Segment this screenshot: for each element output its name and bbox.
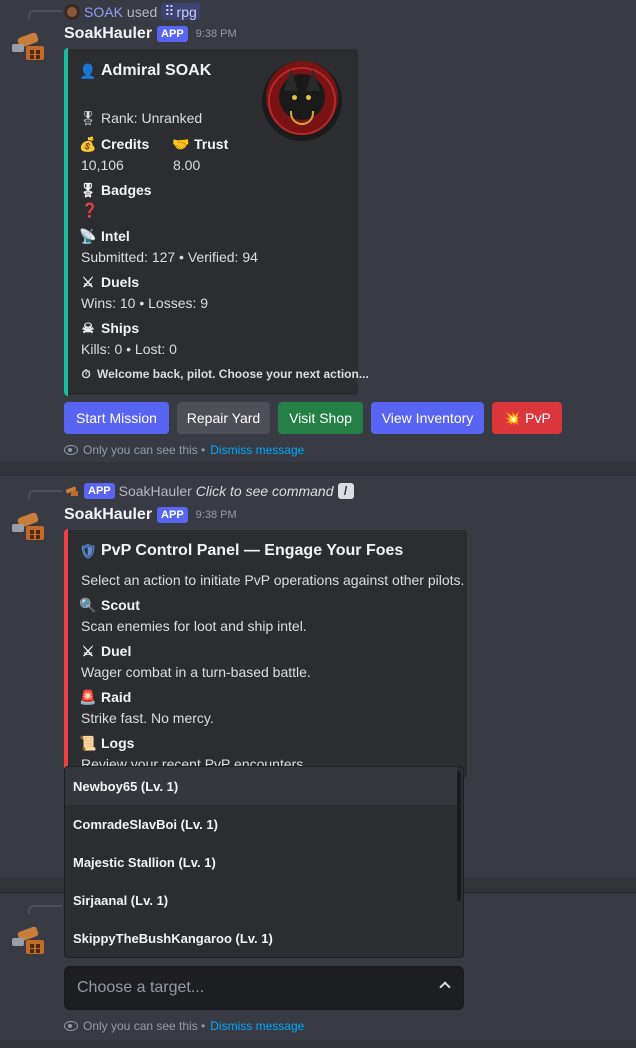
intel-label: 📡 Intel: [79, 228, 130, 244]
soakhauler-avatar[interactable]: [8, 28, 48, 68]
profile-embed: 👤 Admiral SOAK 🎖 Rank: Unranked 💰 Credit…: [64, 48, 369, 396]
soakhauler-avatar[interactable]: [8, 922, 48, 962]
siren-icon: 🚨: [79, 689, 97, 705]
chevron-up-icon: [439, 981, 451, 993]
select-option[interactable]: ComradeSlavBoi (Lv. 1): [65, 805, 457, 843]
credits-label: 💰 Credits: [79, 136, 150, 152]
duel-value: Wager combat in a turn-based battle.: [81, 664, 311, 680]
view-inventory-button[interactable]: View Inventory: [371, 402, 484, 434]
rank-field: 🎖 Rank: Unranked: [79, 110, 203, 126]
logs-label: 📜 Logs: [79, 735, 135, 751]
medal-icon: 🎖: [79, 110, 97, 126]
embed-accent-bar: [64, 529, 68, 779]
badges-label: 🎖 Badges: [79, 182, 152, 198]
embed-title: 🛡 PvP Control Panel — Engage Your Foes: [79, 542, 404, 559]
dismiss-message-link[interactable]: Dismiss message: [210, 443, 304, 457]
trust-value: 8.00: [173, 157, 201, 173]
timestamp[interactable]: 9:38 PM: [196, 509, 237, 521]
embed-title: 👤 Admiral SOAK: [79, 62, 212, 79]
reply-connector: [28, 10, 62, 19]
scroll-icon: 📜: [79, 735, 97, 751]
scout-value: Scan enemies for loot and ship intel.: [81, 618, 307, 634]
start-mission-button[interactable]: Start Mission: [64, 402, 169, 434]
reply-username[interactable]: SOAK: [84, 4, 123, 20]
timestamp[interactable]: 9:38 PM: [196, 28, 237, 40]
badges-value: ❓: [81, 202, 99, 218]
reply-used-text: used: [126, 3, 158, 20]
command-reference[interactable]: APP SoakHauler Click to see command /: [64, 483, 354, 499]
eye-icon: [64, 445, 78, 455]
soakhauler-avatar[interactable]: [8, 508, 48, 548]
intel-value: Submitted: 127 • Verified: 94: [81, 249, 258, 265]
select-option[interactable]: Majestic Stallion (Lv. 1): [65, 843, 457, 881]
reply-username[interactable]: SoakHauler: [119, 483, 192, 499]
select-option[interactable]: Sirjaanal (Lv. 1): [65, 881, 457, 919]
dismiss-message-link[interactable]: Dismiss message: [210, 1019, 304, 1033]
faction-emblem[interactable]: [262, 61, 342, 141]
soak-mini-avatar: [64, 3, 80, 20]
ephemeral-notice: Only you can see this • Dismiss message: [64, 443, 304, 457]
embed-description: Select an action to initiate PvP operati…: [81, 572, 465, 588]
satellite-icon: 📡: [79, 228, 97, 244]
pvp-control-embed: 🛡 PvP Control Panel — Engage Your Foes S…: [64, 529, 468, 779]
scout-label: 🔍 Scout: [79, 597, 140, 613]
repair-yard-button[interactable]: Repair Yard: [177, 402, 270, 434]
magnifier-icon: 🔍: [79, 597, 97, 613]
credits-value: 10,106: [81, 157, 124, 173]
click-to-see-command[interactable]: Click to see command: [196, 483, 334, 499]
duel-label: ⚔ Duel: [79, 643, 132, 659]
pvp-button[interactable]: 💥 PvP: [492, 402, 562, 434]
command-reference[interactable]: SOAK used ⠿ rpg: [64, 3, 200, 20]
embed-accent-bar: [64, 48, 68, 396]
ephemeral-notice: Only you can see this • Dismiss message: [64, 1019, 304, 1033]
author-name[interactable]: SoakHauler: [64, 25, 152, 43]
select-placeholder: Choose a target...: [77, 979, 205, 996]
ships-label: ☠ Ships: [79, 320, 139, 336]
embed-footer: ⏱ Welcome back, pilot. Choose your next …: [79, 367, 369, 381]
app-badge: APP: [84, 483, 115, 499]
handshake-icon: 🤝: [172, 136, 190, 152]
collision-icon: 💥: [503, 410, 521, 426]
message-header: SoakHauler APP 9:38 PM: [64, 506, 237, 524]
dropdown-scrollbar[interactable]: [457, 771, 461, 901]
soakhauler-mini-avatar: [64, 485, 80, 497]
slash-command-icon: ⠿: [164, 3, 175, 19]
app-badge: APP: [157, 26, 188, 42]
duels-label: ⚔ Duels: [79, 274, 139, 290]
slash-command-icon: /: [337, 483, 354, 499]
reply-connector: [28, 905, 62, 914]
medal-icon: 🎖: [79, 182, 97, 198]
crossed-swords-icon: ⚔: [81, 274, 95, 290]
crossed-swords-icon: ⚔: [81, 643, 95, 659]
app-badge: APP: [157, 507, 188, 523]
reply-connector: [28, 490, 62, 499]
command-chip[interactable]: ⠿ rpg: [161, 3, 200, 20]
target-select[interactable]: Choose a target...: [64, 966, 464, 1010]
select-option[interactable]: SkippyTheBushKangaroo (Lv. 1): [65, 919, 457, 957]
shield-icon: 🛡: [79, 543, 97, 559]
trust-label: 🤝 Trust: [172, 136, 229, 152]
select-option[interactable]: Newboy65 (Lv. 1): [65, 767, 457, 805]
money-bag-icon: 💰: [79, 136, 97, 152]
raid-value: Strike fast. No mercy.: [81, 710, 214, 726]
raid-label: 🚨 Raid: [79, 689, 132, 705]
message-header: SoakHauler APP 9:38 PM: [64, 25, 237, 43]
pilot-icon: 👤: [79, 63, 97, 79]
target-dropdown-menu: Newboy65 (Lv. 1) ComradeSlavBoi (Lv. 1) …: [64, 766, 464, 958]
author-name[interactable]: SoakHauler: [64, 506, 152, 524]
visit-shop-button[interactable]: Visit Shop: [278, 402, 363, 434]
ships-value: Kills: 0 • Lost: 0: [81, 341, 177, 357]
duels-value: Wins: 10 • Losses: 9: [81, 295, 209, 311]
eye-icon: [64, 1021, 78, 1031]
stopwatch-icon: ⏱: [81, 367, 91, 381]
skull-crossbones-icon: ☠: [81, 320, 95, 336]
